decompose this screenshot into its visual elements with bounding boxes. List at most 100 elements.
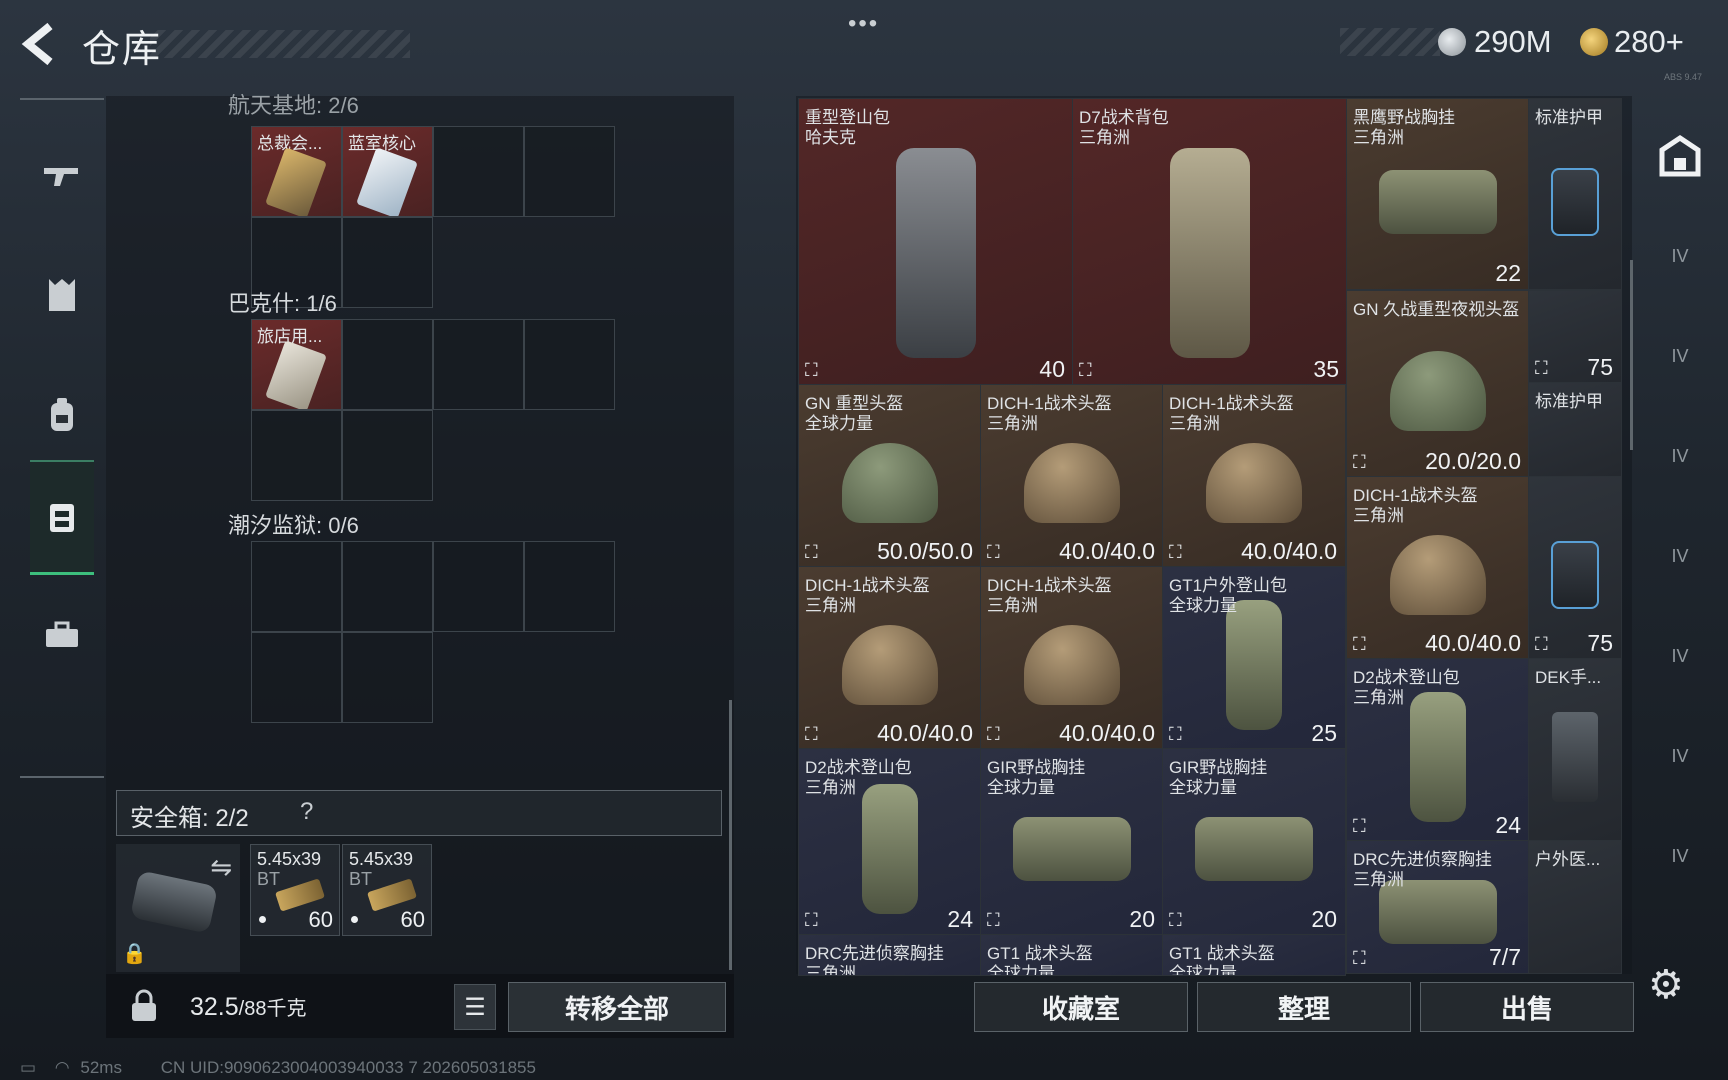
inventory-slot[interactable]: 标准护甲 — [1528, 382, 1622, 478]
empty-slot[interactable] — [524, 126, 615, 217]
item-image — [842, 625, 938, 706]
rail-tab[interactable]: IV — [1640, 306, 1720, 406]
inventory-slot[interactable]: D7战术背包 三角洲 35 ⛶ — [1072, 98, 1348, 386]
empty-slot[interactable] — [251, 410, 342, 501]
inventory-slot[interactable]: DICH-1战术头盔 三角洲 40.0/40.0 ⛶ — [1346, 476, 1530, 660]
ammo-item[interactable]: 5.45x39 BT 60 — [250, 844, 340, 936]
item-lock-icon: ⛶ — [805, 910, 818, 930]
nav-backpack-icon[interactable] — [30, 360, 94, 470]
empty-slot[interactable] — [433, 319, 524, 410]
item-brand: 三角洲 — [805, 596, 856, 615]
help-icon[interactable]: ? — [300, 798, 313, 826]
item-lock-icon: ⛶ — [1353, 816, 1366, 836]
storage-item[interactable]: 旅店用... — [251, 319, 342, 410]
inventory-slot[interactable]: 户外医... — [1528, 840, 1622, 974]
rail-tab[interactable]: IV — [1640, 806, 1720, 906]
currency-silver: 290M — [1474, 24, 1552, 59]
sort-button[interactable]: 整理 — [1197, 982, 1411, 1032]
inventory-slot[interactable]: DRC先进侦察胸挂 三角洲 7/7 ⛶ — [1346, 840, 1530, 974]
inventory-slot[interactable]: DICH-1战术头盔 三角洲 40.0/40.0 ⛶ — [980, 384, 1164, 568]
lock-small-icon: 🔒 — [122, 943, 147, 965]
item-image — [842, 443, 938, 524]
rail-tab[interactable]: IV — [1640, 606, 1720, 706]
inventory-slot[interactable]: DICH-1战术头盔 三角洲 40.0/40.0 ⛶ — [1162, 384, 1346, 568]
inventory-slot[interactable]: DICH-1战术头盔 三角洲 40.0/40.0 ⛶ — [980, 566, 1164, 750]
item-image — [1013, 817, 1131, 882]
item-image — [1551, 167, 1599, 236]
swap-icon[interactable]: ⇋ — [210, 852, 232, 883]
item-lock-icon: ⛶ — [987, 542, 1000, 562]
inventory-slot[interactable]: D2战术登山包 三角洲 24 ⛶ — [1346, 658, 1530, 842]
item-value: 20 — [1129, 906, 1155, 932]
inventory-slot[interactable]: GT1 战术头盔 全球力量 — [980, 934, 1164, 976]
empty-slot[interactable] — [251, 541, 342, 632]
empty-slot[interactable] — [342, 541, 433, 632]
empty-slot[interactable] — [342, 632, 433, 723]
inventory-slot[interactable]: 75 ⛶ — [1528, 290, 1622, 384]
sell-button[interactable]: 出售 — [1420, 982, 1634, 1032]
inventory-slot[interactable]: GIR野战胸挂 全球力量 20 ⛶ — [980, 748, 1164, 936]
inventory-slot[interactable]: 黑鹰野战胸挂 三角洲 22 — [1346, 98, 1530, 290]
right-scrollbar[interactable] — [1630, 260, 1633, 450]
inventory-slot[interactable]: 标准护甲 — [1528, 98, 1622, 290]
inventory-slot[interactable]: GIR野战胸挂 全球力量 20 ⛶ — [1162, 748, 1346, 936]
transfer-all-button[interactable]: 转移全部 — [508, 982, 726, 1032]
nav-case-icon[interactable] — [30, 580, 94, 690]
item-image — [1024, 443, 1120, 524]
inventory-slot[interactable]: GN 久战重型夜视头盔 20.0/20.0 ⛶ — [1346, 290, 1530, 478]
empty-slot[interactable] — [433, 541, 524, 632]
inventory-slot[interactable]: GT1户外登山包 全球力量 25 ⛶ — [1162, 566, 1346, 750]
item-value: 25 — [1311, 720, 1337, 746]
item-lock-icon: ⛶ — [1353, 452, 1366, 472]
inventory-slot[interactable]: D2战术登山包 三角洲 24 ⛶ — [798, 748, 982, 936]
rail-tab[interactable]: IV — [1640, 406, 1720, 506]
item-lock-icon: ⛶ — [1079, 360, 1092, 380]
inventory-slot[interactable]: DICH-1战术头盔 三角洲 40.0/40.0 ⛶ — [798, 566, 982, 750]
nav-weapons-icon[interactable] — [30, 120, 94, 230]
item-brand: 三角洲 — [1353, 506, 1404, 525]
rail-tab[interactable]: IV — [1640, 506, 1720, 606]
ammo-item[interactable]: 5.45x39 BT 60 — [342, 844, 432, 936]
item-name: DEK手... — [1535, 668, 1602, 687]
nav-armor-icon[interactable] — [30, 240, 94, 350]
inventory-slot[interactable]: DEK手... — [1528, 658, 1622, 842]
inventory-slot[interactable]: 重型登山包 哈夫克 40 ⛶ — [798, 98, 1074, 386]
item-name: 标准护甲 — [1535, 108, 1603, 127]
gear-icon[interactable]: ⚙ — [1648, 962, 1696, 1010]
inventory-slot[interactable]: 75 ⛶ — [1528, 476, 1622, 660]
ping-readout: 52ms — [80, 1058, 122, 1077]
safe-box-label: 安全箱: 2/2 — [130, 805, 249, 832]
item-brand: 三角洲 — [805, 964, 856, 976]
card-image — [265, 147, 327, 216]
left-scrollbar[interactable] — [729, 700, 732, 970]
empty-slot[interactable] — [524, 541, 615, 632]
empty-slot[interactable] — [342, 217, 433, 308]
more-menu-icon[interactable]: ••• — [848, 10, 879, 38]
empty-slot[interactable] — [342, 410, 433, 501]
item-image — [1170, 148, 1250, 359]
inventory-slot[interactable]: GN 重型头盔 全球力量 50.0/50.0 ⛶ — [798, 384, 982, 568]
list-view-button[interactable]: ☰ — [454, 984, 496, 1030]
card-image — [356, 147, 418, 216]
item-lock-icon: ⛶ — [805, 724, 818, 744]
currency-gold[interactable]: 280+ — [1614, 24, 1684, 60]
weight-lock-icon — [120, 982, 168, 1030]
empty-slot[interactable] — [524, 319, 615, 410]
inventory-slot[interactable]: DRC先进侦察胸挂 三角洲 — [798, 934, 982, 976]
storage-item[interactable]: 总裁会... — [251, 126, 342, 217]
empty-slot[interactable] — [342, 319, 433, 410]
rail-tab[interactable]: IV — [1640, 206, 1720, 306]
item-brand: 全球力量 — [1169, 596, 1237, 615]
item-value: 40.0/40.0 — [1059, 720, 1155, 746]
empty-slot[interactable] — [433, 126, 524, 217]
back-arrow-icon[interactable] — [18, 20, 62, 68]
storage-panel: 航天基地: 2/6 总裁会... 蓝室核心 巴克什: 1/6 旅店用... 潮汐… — [106, 93, 734, 974]
inventory-slot[interactable]: GT1 战术头盔 全球力量 — [1162, 934, 1346, 976]
collection-room-button[interactable]: 收藏室 — [974, 982, 1188, 1032]
empty-slot[interactable] — [251, 632, 342, 723]
item-image — [862, 784, 918, 915]
rail-tab[interactable]: IV — [1640, 706, 1720, 806]
rail-home-icon[interactable] — [1640, 106, 1720, 206]
nav-storage-icon[interactable] — [30, 460, 94, 575]
storage-item[interactable]: 蓝室核心 — [342, 126, 433, 217]
